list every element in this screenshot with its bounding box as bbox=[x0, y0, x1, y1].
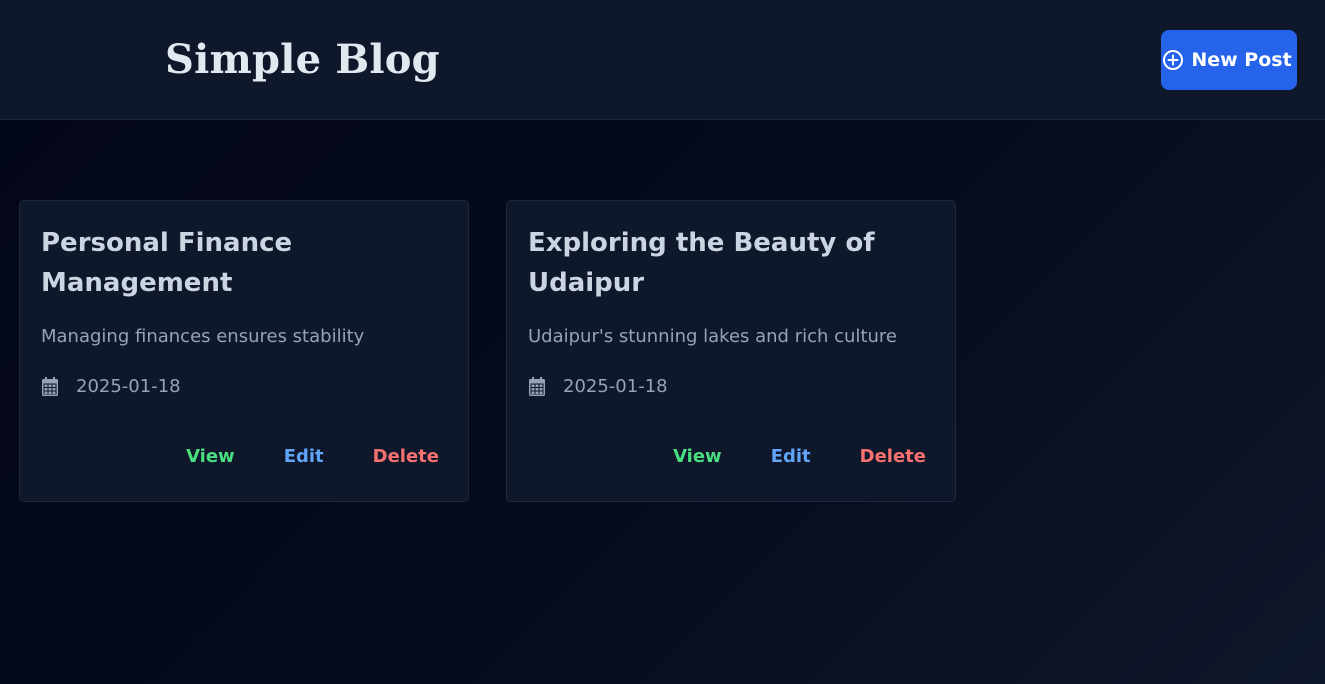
edit-button[interactable]: Edit bbox=[771, 443, 811, 471]
post-excerpt: Managing finances ensures stability bbox=[41, 326, 365, 347]
post-title: Exploring the Beauty of Udaipur bbox=[528, 228, 875, 298]
view-button[interactable]: View bbox=[186, 443, 235, 471]
view-button[interactable]: View bbox=[673, 443, 722, 471]
post-card: Personal Finance Management Managing fin… bbox=[19, 200, 469, 502]
post-actions: View Edit Delete bbox=[673, 443, 926, 471]
delete-button[interactable]: Delete bbox=[860, 443, 926, 471]
edit-button[interactable]: Edit bbox=[284, 443, 324, 471]
site-header: Simple Blog New Post bbox=[0, 0, 1325, 120]
plus-circle-icon bbox=[1162, 49, 1184, 71]
new-post-button[interactable]: New Post bbox=[1161, 30, 1297, 90]
post-actions: View Edit Delete bbox=[186, 443, 439, 471]
post-title: Personal Finance Management bbox=[41, 228, 293, 298]
site-title: Simple Blog bbox=[165, 36, 440, 83]
post-date-text: 2025-01-18 bbox=[76, 376, 181, 397]
calendar-icon bbox=[528, 377, 546, 397]
post-date: 2025-01-18 bbox=[528, 373, 668, 401]
post-date: 2025-01-18 bbox=[41, 373, 181, 401]
delete-button[interactable]: Delete bbox=[373, 443, 439, 471]
post-card: Exploring the Beauty of Udaipur Udaipur'… bbox=[506, 200, 956, 502]
post-excerpt: Udaipur's stunning lakes and rich cultur… bbox=[528, 326, 897, 347]
calendar-icon bbox=[41, 377, 59, 397]
post-date-text: 2025-01-18 bbox=[563, 376, 668, 397]
new-post-label: New Post bbox=[1191, 49, 1292, 71]
